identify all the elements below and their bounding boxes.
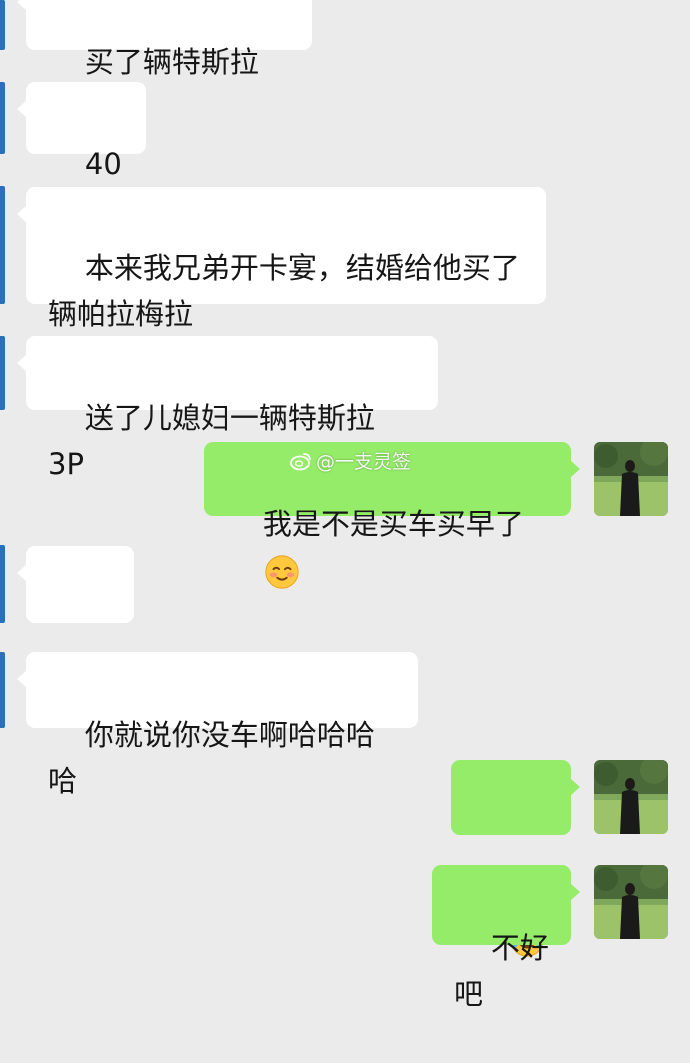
watermark: @一支灵签: [290, 447, 411, 474]
outgoing-message-bubble[interactable]: 不好吧: [432, 865, 580, 1011]
message-text: 不好吧: [454, 931, 549, 1011]
edge-accent-bar: [0, 336, 5, 410]
avatar-photo-icon: [594, 442, 668, 516]
avatar[interactable]: [594, 865, 668, 939]
edge-accent-bar: [0, 652, 5, 728]
incoming-message-bubble[interactable]: 买了辆特斯拉 3P: [17, 0, 312, 125]
message-text: 我是不是买车买早了: [262, 507, 524, 541]
incoming-message-bubble[interactable]: 送了儿媳妇一辆特斯拉 3P: [17, 336, 438, 481]
weibo-icon: [290, 452, 311, 470]
message-text: 本来我兄弟开卡宴，结婚给他买了 辆帕拉梅拉: [48, 251, 520, 331]
edge-accent-bar: [0, 0, 5, 50]
incoming-message-bubble[interactable]: 屌哇: [17, 546, 134, 692]
avatar[interactable]: [594, 442, 668, 516]
message-text: 你就说你没车啊哈哈哈哈: [48, 718, 375, 798]
edge-accent-bar: [0, 82, 5, 154]
watermark-text: @一支灵签: [316, 451, 412, 473]
edge-accent-bar: [0, 186, 5, 304]
chat-window: 买了辆特斯拉 3P 40万 本来我兄弟开卡宴，结婚给他买了 辆帕拉梅拉 送了儿媳…: [0, 0, 690, 1011]
incoming-message-bubble[interactable]: 你就说你没车啊哈哈哈哈: [17, 652, 418, 798]
avatar-photo-icon: [594, 760, 668, 834]
edge-accent-bar: [0, 545, 5, 623]
smiling-face-with-blush-icon: [265, 555, 299, 589]
avatar-photo-icon: [594, 865, 668, 939]
avatar[interactable]: [594, 760, 668, 834]
outgoing-message-bubble[interactable]: [451, 760, 580, 957]
incoming-message-bubble[interactable]: 40万: [17, 82, 146, 227]
incoming-message-bubble[interactable]: 本来我兄弟开卡宴，结婚给他买了 辆帕拉梅拉: [17, 187, 546, 331]
